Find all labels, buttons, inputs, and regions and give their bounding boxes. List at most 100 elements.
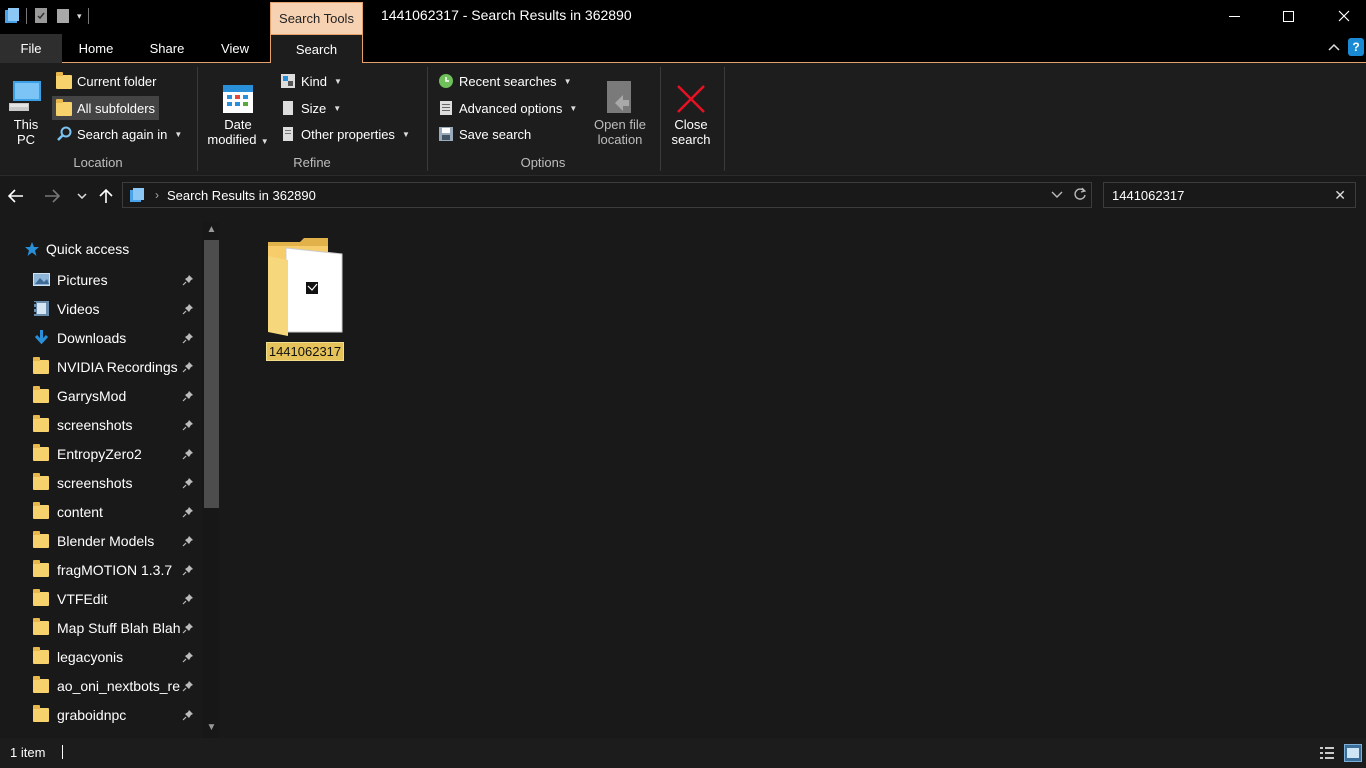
tab-file[interactable]: File bbox=[0, 34, 62, 63]
pin-icon[interactable] bbox=[182, 506, 194, 518]
sidebar-item-label: EntropyZero2 bbox=[57, 445, 142, 462]
search-results-icon bbox=[130, 188, 144, 202]
tab-search[interactable]: Search bbox=[270, 34, 363, 64]
pin-icon[interactable] bbox=[182, 274, 194, 286]
pin-icon[interactable] bbox=[182, 622, 194, 634]
sidebar-item[interactable]: GarrysMod bbox=[0, 381, 200, 410]
folder-icon bbox=[33, 647, 50, 665]
pin-icon[interactable] bbox=[182, 593, 194, 605]
scrollbar-thumb[interactable] bbox=[204, 240, 219, 508]
folder-icon bbox=[33, 386, 50, 404]
toolbar-divider bbox=[26, 8, 27, 24]
chevron-down-icon[interactable] bbox=[1051, 186, 1063, 202]
pin-icon[interactable] bbox=[182, 361, 194, 373]
help-icon[interactable]: ? bbox=[1348, 38, 1364, 56]
pin-icon[interactable] bbox=[182, 303, 194, 315]
sidebar-item[interactable]: Pictures bbox=[0, 265, 200, 294]
date-modified-label-2: modified ▼ bbox=[207, 132, 268, 149]
new-folder-icon[interactable] bbox=[55, 7, 71, 25]
pin-icon[interactable] bbox=[182, 564, 194, 576]
tab-home[interactable]: Home bbox=[62, 34, 130, 63]
scroll-up-icon[interactable]: ▲ bbox=[204, 224, 219, 238]
minimize-button[interactable] bbox=[1206, 0, 1262, 32]
date-modified-label-1: Date bbox=[224, 117, 252, 132]
sidebar-item[interactable]: graboidnpc bbox=[0, 700, 200, 729]
maximize-button[interactable] bbox=[1260, 0, 1316, 32]
close-search-button[interactable]: Close search bbox=[664, 69, 718, 147]
status-bar: 1 item bbox=[0, 738, 1366, 768]
chevron-down-icon: ▼ bbox=[258, 137, 269, 146]
collapse-ribbon-icon[interactable] bbox=[1328, 43, 1340, 51]
sidebar-item[interactable]: Map Stuff Blah Blah bbox=[0, 613, 200, 642]
kind-button[interactable]: Kind ▼ bbox=[276, 69, 346, 93]
advanced-options-button[interactable]: Advanced options ▼ bbox=[434, 96, 581, 120]
this-pc-button[interactable]: This PC bbox=[4, 69, 48, 147]
pin-icon[interactable] bbox=[182, 709, 194, 721]
all-subfolders-button[interactable]: All subfolders bbox=[52, 96, 160, 120]
pin-icon[interactable] bbox=[182, 651, 194, 663]
pin-icon[interactable] bbox=[182, 448, 194, 460]
save-search-button[interactable]: Save search bbox=[434, 122, 535, 146]
search-input[interactable] bbox=[1112, 187, 1322, 203]
customize-toolbar-icon[interactable]: ▾ bbox=[77, 11, 82, 22]
sidebar-item[interactable]: NVIDIA Recordings bbox=[0, 352, 200, 381]
properties-icon[interactable] bbox=[33, 7, 49, 25]
sidebar-item[interactable]: content bbox=[0, 497, 200, 526]
date-modified-button[interactable]: Date modified ▼ bbox=[203, 69, 273, 149]
sidebar-item[interactable]: fragMOTION 1.3.7 bbox=[0, 555, 200, 584]
quick-access-item[interactable]: Quick access bbox=[24, 241, 129, 257]
folder-icon bbox=[56, 72, 72, 89]
open-file-location-label-2: location bbox=[597, 132, 643, 147]
sidebar-item[interactable]: EntropyZero2 bbox=[0, 439, 200, 468]
sidebar-item[interactable]: VTFEdit bbox=[0, 584, 200, 613]
file-list[interactable]: 1441062317 bbox=[222, 216, 1366, 738]
file-name-label[interactable]: 1441062317 bbox=[266, 342, 344, 361]
breadcrumb[interactable]: Search Results in 362890 bbox=[167, 188, 316, 203]
scroll-down-icon[interactable]: ▼ bbox=[204, 722, 219, 736]
size-button[interactable]: Size ▼ bbox=[276, 96, 345, 120]
status-divider bbox=[62, 745, 63, 759]
sidebar-item[interactable]: Videos bbox=[0, 294, 200, 323]
back-button[interactable] bbox=[4, 184, 28, 208]
sidebar-item[interactable]: ao_oni_nextbots_re bbox=[0, 671, 200, 700]
current-folder-button[interactable]: Current folder bbox=[52, 69, 160, 93]
pin-icon[interactable] bbox=[182, 477, 194, 489]
refresh-icon[interactable] bbox=[1073, 186, 1087, 202]
sidebar-item[interactable]: legacyonis bbox=[0, 642, 200, 671]
sidebar-item[interactable]: screenshots bbox=[0, 410, 200, 439]
other-properties-button[interactable]: Other properties ▼ bbox=[276, 122, 414, 146]
save-search-label: Save search bbox=[459, 126, 532, 142]
pin-icon[interactable] bbox=[182, 680, 194, 692]
details-view-icon[interactable] bbox=[1318, 744, 1336, 762]
recent-locations-button[interactable] bbox=[70, 184, 94, 208]
sidebar-item[interactable]: Blender Models bbox=[0, 526, 200, 555]
pin-icon[interactable] bbox=[182, 332, 194, 344]
breadcrumb-separator-icon[interactable]: › bbox=[155, 188, 159, 202]
folder-icon bbox=[33, 357, 50, 375]
forward-button[interactable] bbox=[40, 184, 64, 208]
close-window-button[interactable] bbox=[1316, 0, 1366, 32]
pin-icon[interactable] bbox=[182, 390, 194, 402]
search-box[interactable]: ✕ bbox=[1103, 182, 1356, 208]
tab-share[interactable]: Share bbox=[134, 34, 200, 63]
chevron-down-icon: ▼ bbox=[401, 129, 410, 139]
up-button[interactable] bbox=[94, 184, 118, 208]
sidebar-item-label: Blender Models bbox=[57, 532, 155, 549]
clear-search-icon[interactable]: ✕ bbox=[1334, 187, 1346, 204]
nav-pane-scrollbar[interactable]: ▲ ▼ bbox=[202, 222, 219, 738]
large-icons-view-icon[interactable] bbox=[1344, 744, 1362, 762]
pin-icon[interactable] bbox=[182, 535, 194, 547]
tab-view[interactable]: View bbox=[205, 34, 265, 63]
open-file-location-button[interactable]: Open file location bbox=[588, 69, 652, 147]
sidebar-item[interactable]: Downloads bbox=[0, 323, 200, 352]
file-explorer-icon[interactable] bbox=[4, 7, 20, 25]
recent-searches-button[interactable]: Recent searches ▼ bbox=[434, 69, 575, 93]
subfolders-icon bbox=[56, 99, 72, 116]
folder-icon bbox=[33, 531, 50, 549]
search-again-in-button[interactable]: Search again in ▼ bbox=[52, 122, 186, 146]
folder-item[interactable]: 1441062317 bbox=[266, 236, 346, 366]
address-bar[interactable]: › Search Results in 362890 bbox=[122, 182, 1092, 208]
sidebar-item[interactable]: screenshots bbox=[0, 468, 200, 497]
pin-icon[interactable] bbox=[182, 419, 194, 431]
folder-icon bbox=[33, 676, 50, 694]
